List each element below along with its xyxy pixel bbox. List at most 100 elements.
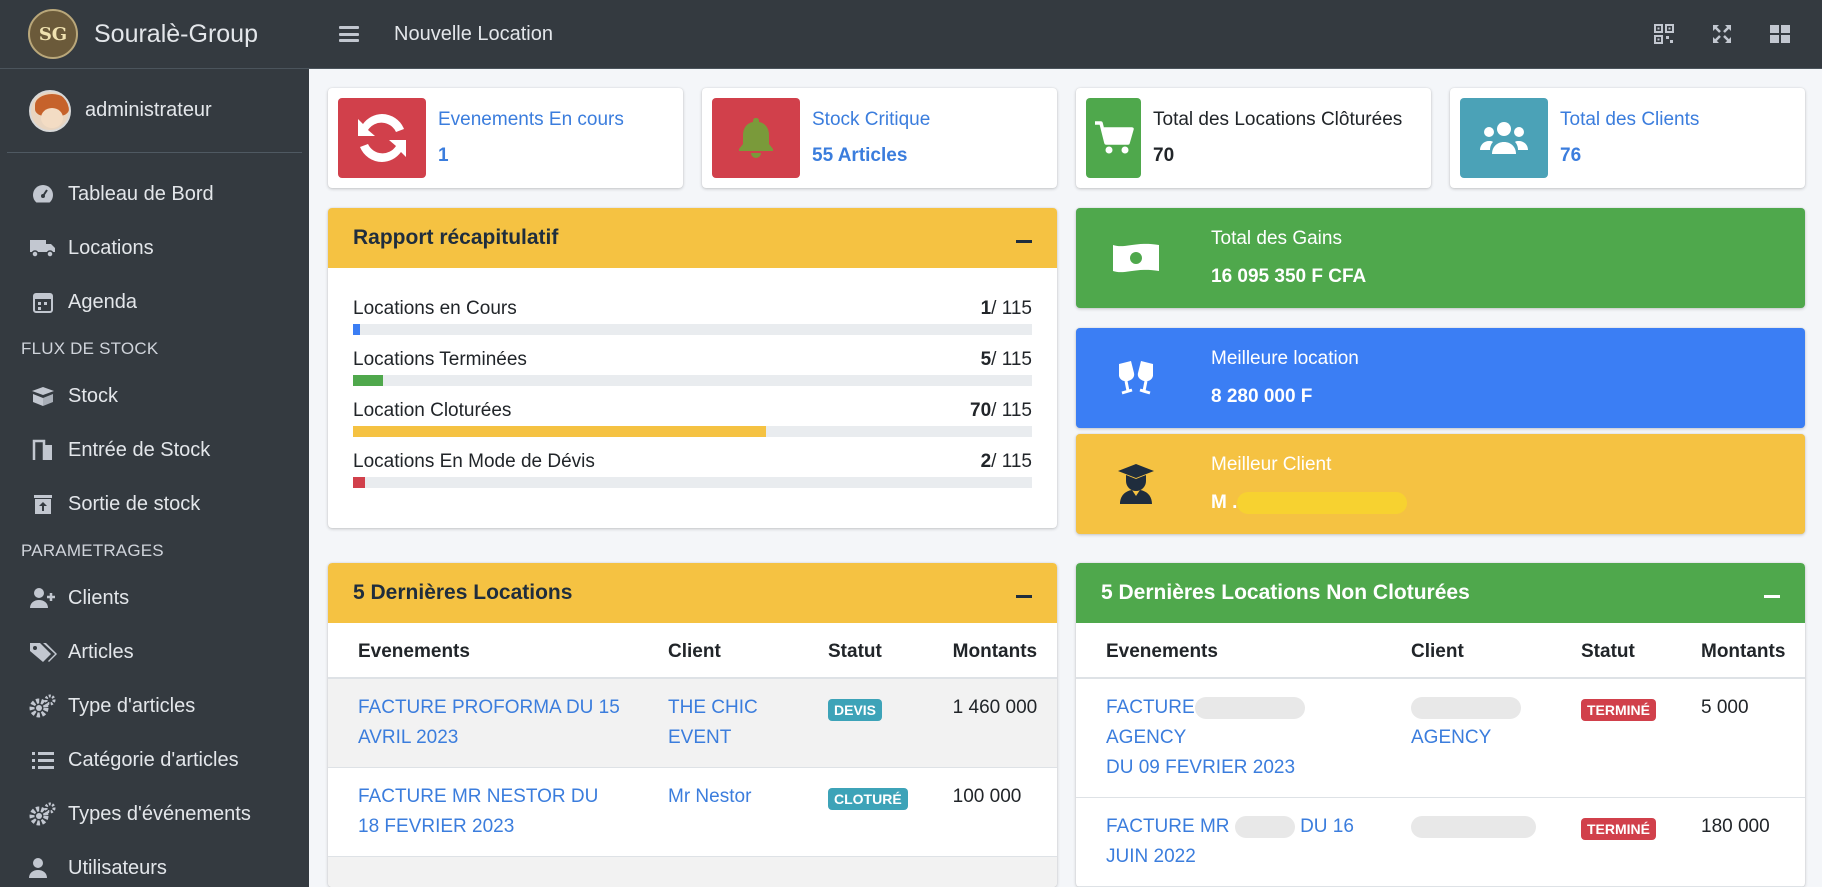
amount-cell: 180 000 xyxy=(1671,797,1805,887)
event-link[interactable]: FACTURE AGENCY DU 09 FEVRIER 2023 xyxy=(1106,696,1305,778)
brand-name: Souralè-Group xyxy=(94,19,258,48)
menu-toggle-icon[interactable] xyxy=(339,26,359,42)
users-cog-icon xyxy=(28,856,58,880)
truck-icon xyxy=(28,236,58,260)
brand[interactable]: SG Souralè-Group xyxy=(0,0,309,69)
money-bill-icon xyxy=(1106,228,1166,288)
event-link[interactable]: FACTURE PROFORMA DU 15 AVRIL 2023 xyxy=(358,697,620,748)
progress-item: Locations Terminées 5/ 115 xyxy=(353,349,1032,386)
sidebar-item-locations[interactable]: Locations xyxy=(0,221,309,275)
event-text: JUIN 2022 xyxy=(1106,846,1196,867)
sidebar-item-sortie-stock[interactable]: Sortie de stock xyxy=(0,477,309,531)
info-value: 55 Articles xyxy=(812,145,908,166)
top-navbar: Nouvelle Location xyxy=(309,0,1822,69)
sidebar-item-clients[interactable]: Clients xyxy=(0,571,309,625)
sidebar-nav: Tableau de Bord Locations Agenda FLUX DE… xyxy=(0,153,309,887)
client-link[interactable]: THE CHIC EVENT xyxy=(668,697,758,748)
qrcode-icon[interactable] xyxy=(1650,20,1678,48)
sidebar-item-articles[interactable]: Articles xyxy=(0,625,309,679)
sidebar-item-entree-stock[interactable]: Entrée de Stock xyxy=(0,423,309,477)
table-row: FACTURE AGENCY DU 09 FEVRIER 2023 AGENCY T… xyxy=(1076,677,1805,798)
stat-meilleure-location: Meilleure location 8 280 000 F xyxy=(1076,328,1805,428)
client-link[interactable]: Mr Nestor xyxy=(668,786,751,807)
user-graduate-icon xyxy=(1106,454,1166,514)
event-link[interactable]: FACTURE MR NESTOR DU 18 FEVRIER 2023 xyxy=(358,786,598,837)
table-row: FACTURE MR NESTOR DU 18 FEVRIER 2023 Mr … xyxy=(328,767,1057,857)
status-badge: TERMINÉ xyxy=(1581,818,1656,840)
progress-bar-fill xyxy=(353,426,767,437)
sidebar-item-types-evenements[interactable]: Types d'événements xyxy=(0,787,309,841)
sidebar-item-agenda[interactable]: Agenda xyxy=(0,275,309,329)
stat-value: M . xyxy=(1211,491,1408,514)
recap-title: Rapport récapitulatif xyxy=(353,226,559,249)
open-locations-header: 5 Dernières Locations Non Cloturées xyxy=(1076,563,1805,623)
event-link[interactable]: FACTURE MR DU 16 JUIN 2022 xyxy=(1106,815,1354,867)
client-link[interactable]: AGENCY xyxy=(1411,727,1491,748)
progress-item: Locations en Cours 1/ 115 xyxy=(353,298,1032,335)
stat-label: Meilleur Client xyxy=(1211,453,1332,475)
main-content: Evenements En cours 1 Stock Critique 55 … xyxy=(309,69,1822,887)
info-box-total-clients[interactable]: Total des Clients 76 xyxy=(1450,88,1805,188)
progress-label: Locations Terminées xyxy=(353,349,527,370)
progress-bar-fill xyxy=(353,375,383,386)
bell-icon xyxy=(712,98,800,178)
progress-value: 2 xyxy=(980,451,992,472)
recap-header: Rapport récapitulatif xyxy=(328,208,1057,268)
info-label[interactable]: Evenements En cours xyxy=(438,109,624,131)
sidebar-item-label: Clients xyxy=(68,586,130,609)
open-locations-table: Evenements Client Statut Montants FACTUR… xyxy=(1076,623,1805,887)
progress-label: Location Cloturées xyxy=(353,400,512,421)
progress-label: Locations En Mode de Dévis xyxy=(353,451,595,472)
sidebar-item-utilisateurs[interactable]: Utilisateurs xyxy=(0,841,309,887)
column-header: Client xyxy=(1381,623,1551,679)
sidebar-item-label: Tableau de Bord xyxy=(68,182,214,205)
progress-bar-fill xyxy=(353,477,365,488)
sidebar-item-type-articles[interactable]: Type d'articles xyxy=(0,679,309,733)
info-value: 76 xyxy=(1560,145,1582,166)
sidebar-item-categorie-articles[interactable]: Catégorie d'articles xyxy=(0,733,309,787)
sidebar-item-label: Entrée de Stock xyxy=(68,438,211,461)
collapse-minus-icon[interactable] xyxy=(1764,594,1780,598)
collapse-minus-icon[interactable] xyxy=(1016,594,1032,598)
collapse-minus-icon[interactable] xyxy=(1016,239,1032,243)
stat-value: 8 280 000 F xyxy=(1211,386,1313,407)
sidebar-item-label: Articles xyxy=(68,640,134,663)
fullscreen-icon[interactable] xyxy=(1708,20,1736,48)
event-text: DU 09 FEVRIER 2023 xyxy=(1106,757,1296,778)
redacted-block xyxy=(1411,696,1521,719)
cogs-icon xyxy=(28,802,58,826)
stat-value: 16 095 350 F CFA xyxy=(1211,266,1367,287)
list-icon xyxy=(28,748,58,772)
user-panel[interactable]: administrateur xyxy=(7,69,302,153)
last-locations-table: Evenements Client Statut Montants FACTUR… xyxy=(328,623,1057,887)
sidebar-item-stock[interactable]: Stock xyxy=(0,369,309,423)
progress-label: Locations en Cours xyxy=(353,298,517,319)
last-locations-title: 5 Dernières Locations xyxy=(353,581,573,604)
user-plus-icon xyxy=(28,586,58,610)
glass-cheers-icon xyxy=(1106,348,1166,408)
event-text: AGENCY xyxy=(1106,727,1187,748)
progress-bar xyxy=(353,477,1032,488)
last-locations-card: 5 Dernières Locations Evenements Client … xyxy=(328,563,1057,887)
column-header: Statut xyxy=(798,623,923,679)
info-value: 1 xyxy=(438,145,449,166)
sidebar-item-tableau-de-bord[interactable]: Tableau de Bord xyxy=(0,167,309,221)
stat-value-text: M . xyxy=(1211,492,1238,513)
control-sidebar-icon[interactable] xyxy=(1766,20,1794,48)
info-box-stock-critique[interactable]: Stock Critique 55 Articles xyxy=(702,88,1057,188)
nav-header-params: PARAMETRAGES xyxy=(21,541,164,560)
door-enter-icon xyxy=(28,438,58,462)
info-label[interactable]: Total des Clients xyxy=(1560,109,1699,131)
info-label[interactable]: Stock Critique xyxy=(812,109,930,131)
nouvelle-location-link[interactable]: Nouvelle Location xyxy=(394,23,553,46)
sidebar-item-label: Utilisateurs xyxy=(68,856,167,879)
stat-label: Meilleure location xyxy=(1211,348,1359,369)
progress-bar xyxy=(353,375,1032,386)
info-box-evenements[interactable]: Evenements En cours 1 xyxy=(328,88,683,188)
progress-item: Location Cloturées 70/ 115 xyxy=(353,400,1032,437)
progress-bar-fill xyxy=(353,324,360,335)
amount-cell: 5 000 xyxy=(1671,677,1805,798)
progress-total: / 115 xyxy=(991,349,1032,370)
user-name: administrateur xyxy=(85,99,212,121)
info-box-locations-cloturees[interactable]: Total des Locations Clôturées 70 xyxy=(1076,88,1431,188)
